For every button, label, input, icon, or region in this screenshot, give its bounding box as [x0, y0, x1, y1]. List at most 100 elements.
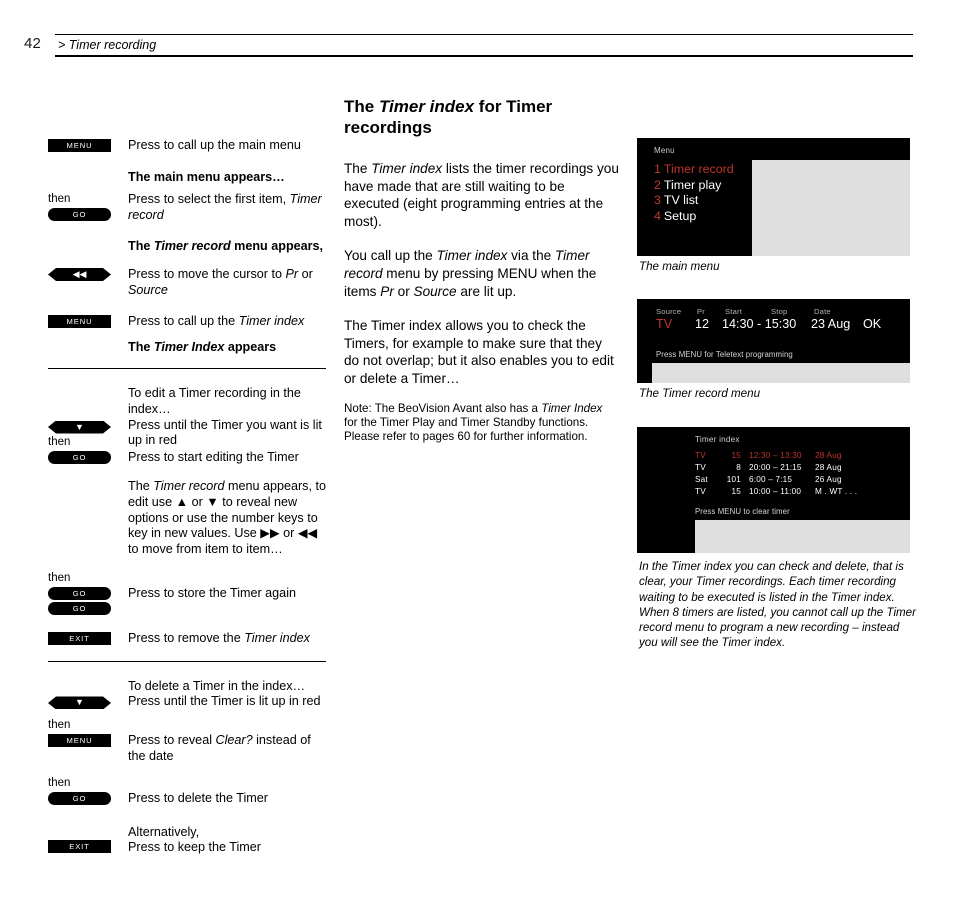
value-ok[interactable]: OK: [863, 317, 881, 331]
key-slot: ▼: [48, 694, 128, 709]
screen-timer-index: Timer index TV 15 12:30 – 13:30 28 Aug T…: [637, 427, 910, 554]
caption-main-menu: The main menu: [639, 260, 720, 273]
key-slot-empty: [48, 239, 128, 240]
main-menu-item-tv-list[interactable]: 3 TV list: [654, 193, 734, 209]
step-go-select: then GO Press to select the first item, …: [48, 192, 328, 223]
step-go-store: then GO GO Press to store the Timer agai…: [48, 571, 328, 616]
key-slot: then GO GO: [48, 571, 128, 616]
menu-button[interactable]: MENU: [48, 734, 111, 748]
rewind-button-icon[interactable]: ◀◀: [48, 268, 111, 281]
menu-button[interactable]: MENU: [48, 139, 111, 152]
key-slot: ▼: [48, 418, 128, 434]
arrow-down-button-icon[interactable]: ▼: [48, 421, 111, 434]
step-go-edit: then GO Press to start editing the Timer: [48, 435, 328, 466]
step-text: The main menu appears…: [128, 170, 328, 186]
main-menu-list: 1 Timer record 2 Timer play 3 TV list 4 Setu…: [654, 162, 734, 224]
row-pr: 101: [726, 475, 741, 485]
arrow-down-button-icon[interactable]: ▼: [48, 696, 111, 709]
timer-index-row[interactable]: TV 8 20:00 – 21:15 28 Aug: [637, 463, 910, 475]
main-menu-side-panel: [752, 160, 910, 256]
step-text: Press to start editing the Timer: [128, 449, 299, 464]
step-result-main-menu: The main menu appears…: [48, 170, 328, 186]
key-slot-empty: [48, 386, 128, 387]
key-slot: then MENU: [48, 718, 128, 748]
step-text: Press to reveal Clear? instead of the da…: [128, 733, 311, 763]
timer-index-hint: Press MENU to clear timer: [695, 507, 790, 517]
step-text: Press to move the cursor to Pr or Source: [128, 266, 313, 297]
step-text-bold: The main menu appears…: [128, 169, 285, 184]
breadcrumb: > Timer recording: [58, 38, 157, 52]
value-pr[interactable]: 12: [695, 317, 709, 331]
row-pr: 15: [731, 451, 741, 461]
go-button-second[interactable]: GO: [48, 602, 111, 616]
main-menu-item-timer-record[interactable]: 1 Timer record: [654, 162, 734, 178]
step-text: Press to remove the Timer index: [128, 631, 310, 646]
exit-button[interactable]: EXIT: [48, 632, 111, 646]
step-text: The Timer Index appears: [128, 340, 328, 356]
note-paragraph: Note: The BeoVision Avant also has a Tim…: [344, 401, 603, 444]
header-rule-top: [55, 34, 913, 35]
timer-record-hint: Press MENU for Teletext programming: [656, 349, 793, 359]
main-menu-item-timer-play[interactable]: 2 Timer play: [654, 178, 734, 194]
exit-button[interactable]: EXIT: [48, 839, 111, 853]
step-text: To delete a Timer in the index…: [128, 678, 306, 693]
step-exit-remove: EXIT Press to remove the Timer index: [48, 631, 328, 647]
key-slot: MENU: [48, 138, 128, 152]
row-date: M . WT . . .: [815, 487, 858, 497]
section-divider-1: [48, 368, 326, 370]
step-text: Press to select the first item, Timer re…: [128, 192, 322, 222]
value-source[interactable]: TV: [656, 317, 672, 331]
timer-record-gray-band: [652, 362, 910, 383]
step-edit-intro: To edit a Timer recording in the index…: [48, 386, 328, 417]
key-slot: then GO: [48, 192, 128, 222]
row-source: Sat: [695, 475, 708, 485]
main-menu-item-setup[interactable]: 4 Setup: [654, 209, 734, 225]
row-time: 10:00 – 11:00: [749, 487, 802, 497]
go-button[interactable]: GO: [48, 450, 111, 464]
page-number: 42: [24, 35, 42, 52]
timer-index-row[interactable]: TV 15 12:30 – 13:30 28 Aug: [637, 451, 910, 463]
step-menu-main: MENU Press to call up the main menu: [48, 138, 328, 154]
row-source: TV: [695, 451, 706, 461]
go-button[interactable]: GO: [48, 792, 111, 806]
step-text: Press to store the Timer again: [128, 586, 296, 601]
page-header: 42 > Timer recording: [0, 30, 954, 62]
screen-main-menu: Menu 1 Timer record 2 Timer play 3 TV list …: [637, 138, 910, 256]
step-text: To edit a Timer recording in the index…: [128, 386, 301, 416]
step-menu-timer-index: MENU Press to call up the Timer index: [48, 314, 328, 330]
step-arrow-down-delete: ▼ Press until the Timer is lit up in red: [48, 694, 328, 710]
item-label: Setup: [663, 208, 697, 223]
row-source: TV: [695, 487, 706, 497]
row-date: 26 Aug: [815, 475, 842, 485]
row-time: 20:00 – 21:15: [749, 463, 802, 473]
caption-timer-index: In the Timer index you can check and del…: [639, 560, 916, 650]
step-result-timer-index: The Timer Index appears: [48, 340, 328, 356]
menu-button[interactable]: MENU: [48, 315, 111, 329]
header-rule-bottom: [55, 55, 913, 57]
key-slot: ◀◀: [48, 267, 128, 281]
page-title: The Timer index for Timer recordings: [344, 97, 553, 137]
step-edit-body: The Timer record menu appears, to edit u…: [48, 479, 328, 557]
step-rewind-cursor: ◀◀ Press to move the cursor to Pr or Sou…: [48, 267, 328, 298]
then-label: then: [48, 572, 71, 585]
key-slot-empty: [48, 340, 128, 341]
go-button[interactable]: GO: [48, 587, 111, 601]
header-source: Source: [656, 306, 682, 316]
value-date[interactable]: 23 Aug: [811, 317, 850, 331]
row-date: 28 Aug: [815, 463, 842, 473]
main-menu-title: Menu: [654, 146, 675, 155]
paragraph-1: The Timer index lists the timer recordin…: [344, 161, 619, 229]
item-label: TV list: [663, 193, 699, 207]
item-number: 2: [654, 177, 661, 192]
key-slot-empty: [48, 679, 128, 680]
timer-index-row[interactable]: Sat 101 6:00 – 7:15 26 Aug: [637, 475, 910, 487]
step-text: Press to delete the Timer: [128, 791, 268, 806]
alternatively-label: Alternatively,: [128, 824, 200, 839]
step-menu-clear: then MENU Press to reveal Clear? instead…: [48, 718, 328, 764]
value-time-range[interactable]: 14:30 - 15:30: [722, 317, 796, 331]
step-text: The Timer record menu appears,: [128, 239, 328, 255]
timer-index-row[interactable]: TV 15 10:00 – 11:00 M . WT . . .: [637, 487, 910, 499]
instructions-column: MENU Press to call up the main menu The …: [48, 138, 328, 856]
go-button[interactable]: GO: [48, 208, 111, 222]
row-pr: 8: [736, 463, 741, 473]
